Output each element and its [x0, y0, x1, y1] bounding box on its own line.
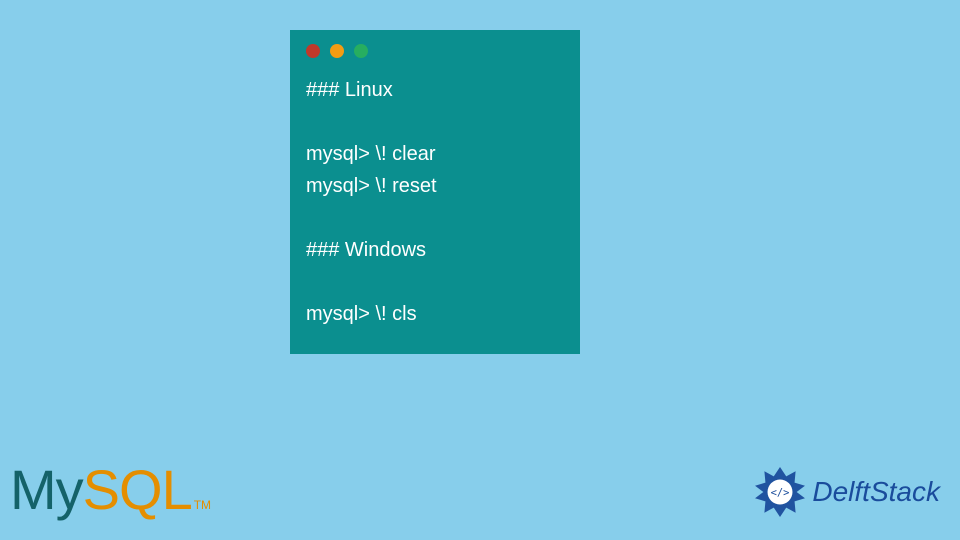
mysql-logo: MySQLTM: [10, 457, 211, 522]
close-icon: [306, 44, 320, 58]
code-window: ### Linux mysql> \! clear mysql> \! rese…: [290, 30, 580, 354]
delftstack-logo: </> DelftStack: [754, 466, 940, 518]
code-body: ### Linux mysql> \! clear mysql> \! rese…: [306, 74, 564, 330]
svg-text:</>: </>: [771, 487, 790, 499]
delftstack-icon: </>: [754, 466, 806, 518]
delftstack-text: DelftStack: [812, 476, 940, 508]
mysql-logo-sql: SQL: [83, 457, 192, 522]
maximize-icon: [354, 44, 368, 58]
mysql-logo-my: My: [10, 457, 83, 522]
traffic-lights: [306, 44, 564, 58]
mysql-logo-tm: TM: [194, 498, 211, 512]
minimize-icon: [330, 44, 344, 58]
